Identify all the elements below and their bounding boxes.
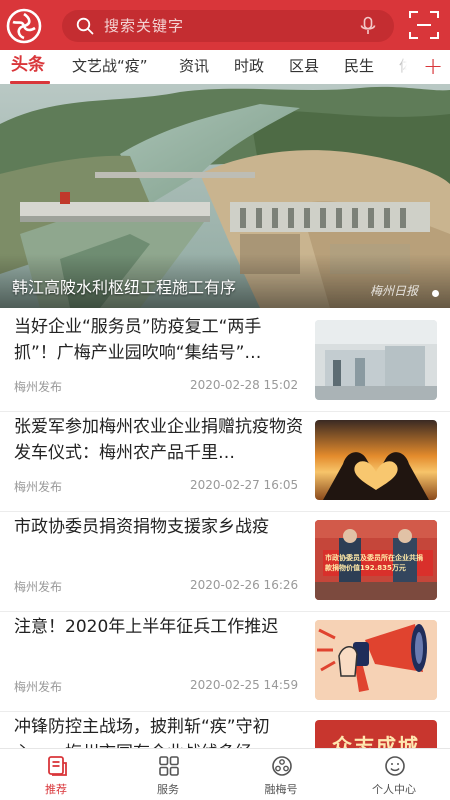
- tab-districts[interactable]: 区县: [289, 55, 319, 77]
- news-source: 梅州发布: [14, 380, 63, 394]
- news-item[interactable]: 市政协委员捐资捐物支援家乡战疫 梅州发布 2020-02-26 16:26 市政…: [0, 512, 450, 612]
- tab-culture-fight-epidemic[interactable]: 文艺战“疫”: [72, 55, 148, 77]
- bottom-navigation: 推荐 服务 融梅号 个人中心: [0, 748, 450, 800]
- nav-label: 融梅号: [264, 783, 298, 796]
- services-grid-icon: [159, 756, 179, 776]
- news-thumbnail-megaphone: [315, 620, 437, 700]
- nav-label: 个人中心: [372, 783, 416, 796]
- news-source: 梅州发布: [14, 680, 63, 694]
- news-time: 2020-02-26 16:26: [190, 578, 299, 592]
- news-source: 梅州发布: [14, 580, 63, 594]
- tab-politics[interactable]: 时政: [234, 55, 264, 77]
- news-time: 2020-02-28 15:02: [190, 378, 299, 392]
- news-title[interactable]: 当好企业“服务员”防疫复工“两手抓”！广梅产业园吹响“集结号”…: [14, 314, 304, 366]
- search-icon: [76, 17, 94, 35]
- meizhou-logo[interactable]: [6, 8, 42, 44]
- tabs-fade: [386, 50, 416, 84]
- news-thumbnail-lab: [315, 320, 437, 400]
- news-thumbnail-sunset-heart: [315, 420, 437, 500]
- carousel-indicator-dot: [432, 290, 439, 297]
- news-item[interactable]: 注意！2020年上半年征兵工作推迟 梅州发布 2020-02-25 14:59: [0, 612, 450, 712]
- tab-news[interactable]: 资讯: [179, 55, 209, 77]
- news-thumbnail-donation: 市政协委员及委员所在企业共捐款捐物价值192.835万元: [315, 520, 437, 600]
- banner-watermark: 梅州日报: [370, 284, 419, 298]
- news-item[interactable]: 张爱军参加梅州农业企业捐赠抗疫物资发车仪式：梅州农产品千里… 梅州发布 2020…: [0, 412, 450, 512]
- microphone-icon[interactable]: [358, 16, 378, 36]
- recommend-icon: [48, 756, 67, 776]
- nav-recommend[interactable]: 推荐: [0, 749, 112, 800]
- profile-icon: [385, 756, 405, 776]
- add-channel-button[interactable]: +: [416, 50, 450, 84]
- banner-title[interactable]: 韩江高陂水利枢纽工程施工有序: [12, 276, 236, 300]
- tab-livelihood[interactable]: 民生: [344, 55, 374, 77]
- news-title[interactable]: 注意！2020年上半年征兵工作推迟: [14, 614, 304, 666]
- nav-label: 推荐: [45, 783, 67, 796]
- top-header: 搜索关键字: [0, 0, 450, 50]
- news-title[interactable]: 市政协委员捐资捐物支援家乡战疫: [14, 514, 304, 566]
- news-time: 2020-02-27 16:05: [190, 478, 299, 492]
- donation-banner-text: 市政协委员及委员所在企业共捐款捐物价值192.835万元: [325, 554, 423, 572]
- scan-icon[interactable]: [408, 10, 440, 40]
- news-source: 梅州发布: [14, 480, 63, 494]
- media-account-icon: [272, 756, 292, 776]
- nav-media-account[interactable]: 融梅号: [225, 749, 337, 800]
- news-title[interactable]: 张爱军参加梅州农业企业捐赠抗疫物资发车仪式：梅州农产品千里…: [14, 414, 304, 466]
- search-placeholder: 搜索关键字: [104, 17, 185, 35]
- featured-banner[interactable]: [0, 84, 450, 308]
- nav-services[interactable]: 服务: [112, 749, 224, 800]
- tab-headline[interactable]: 头条: [11, 54, 45, 76]
- nav-label: 服务: [157, 783, 179, 796]
- channel-tabs: 头条 文艺战“疫” 资讯 时政 区县 民生 体 +: [0, 50, 450, 84]
- news-time: 2020-02-25 14:59: [190, 678, 299, 692]
- news-item[interactable]: 当好企业“服务员”防疫复工“两手抓”！广梅产业园吹响“集结号”… 梅州发布 20…: [0, 312, 450, 412]
- search-bar[interactable]: 搜索关键字: [62, 10, 394, 42]
- nav-profile[interactable]: 个人中心: [338, 749, 450, 800]
